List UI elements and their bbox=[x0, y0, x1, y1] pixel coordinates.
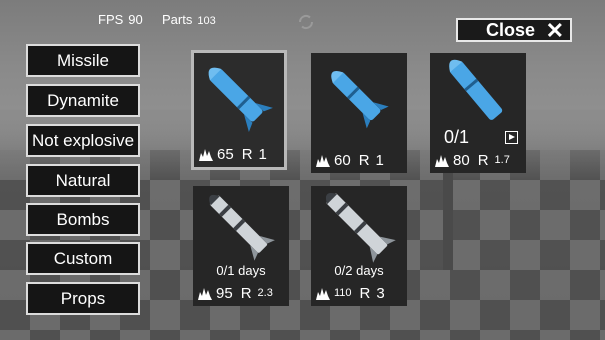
item-card-missile-5[interactable]: 0/2 days 110 R 3 bbox=[311, 186, 407, 306]
category-label: Bombs bbox=[56, 209, 110, 229]
category-not-explosive-button[interactable]: Not explosive bbox=[26, 124, 140, 157]
category-bombs-button[interactable]: Bombs bbox=[26, 203, 140, 236]
parts-label: Parts bbox=[162, 12, 193, 27]
explosion-icon bbox=[199, 149, 213, 161]
rocket-icon bbox=[209, 194, 275, 261]
explosion-icon bbox=[316, 155, 330, 167]
rocket-icon bbox=[449, 59, 503, 120]
fps-value: 90 bbox=[128, 12, 143, 27]
damage-value: 80 bbox=[453, 151, 470, 169]
rocket-icon bbox=[325, 192, 396, 263]
category-missile-button[interactable]: Missile bbox=[26, 44, 140, 77]
radius-value: 1 bbox=[258, 145, 267, 163]
explosion-icon bbox=[198, 288, 212, 300]
close-button-label: Close bbox=[486, 19, 536, 40]
damage-value: 65 bbox=[217, 145, 234, 163]
radius-label: R bbox=[358, 151, 370, 169]
radius-label: R bbox=[240, 284, 252, 302]
parts-counter: Parts 103 bbox=[162, 12, 216, 27]
item-count: 0/1 bbox=[444, 127, 470, 147]
radius-label: R bbox=[241, 145, 253, 163]
close-icon: ✕ bbox=[545, 18, 564, 43]
rotate-icon[interactable] bbox=[296, 12, 316, 32]
category-label: Not explosive bbox=[31, 130, 135, 150]
item-stats: 65 R 1 bbox=[198, 145, 288, 163]
damage-value: 110 bbox=[334, 287, 352, 299]
parts-value: 103 bbox=[197, 15, 216, 27]
radius-value: 1 bbox=[375, 151, 384, 169]
radius-value: 2.3 bbox=[257, 287, 273, 299]
item-card-missile-2[interactable]: 60 R 1 bbox=[311, 53, 407, 173]
scene-pillar bbox=[443, 160, 453, 270]
category-label: Props bbox=[60, 288, 106, 308]
category-natural-button[interactable]: Natural bbox=[26, 164, 140, 197]
close-button[interactable]: Close ✕ bbox=[456, 18, 572, 43]
category-label: Natural bbox=[55, 170, 111, 190]
item-card-missile-1[interactable]: 65 R 1 bbox=[191, 50, 287, 170]
radius-label: R bbox=[477, 151, 489, 169]
rocket-icon bbox=[331, 70, 389, 129]
explosion-icon bbox=[435, 155, 449, 167]
days-progress: 0/2 days bbox=[334, 263, 384, 278]
item-stats: 60 R 1 bbox=[315, 151, 405, 169]
days-progress: 0/1 days bbox=[216, 263, 266, 278]
item-stats: 110 R 3 bbox=[315, 284, 405, 302]
fps-counter: FPS 90 bbox=[98, 12, 143, 27]
watch-ad-icon[interactable] bbox=[505, 131, 518, 144]
item-stats: 95 R 2.3 bbox=[197, 284, 287, 302]
radius-value: 3 bbox=[376, 284, 385, 302]
radius-value: 1.7 bbox=[494, 154, 510, 166]
category-custom-button[interactable]: Custom bbox=[26, 242, 140, 275]
fps-label: FPS bbox=[98, 12, 124, 27]
rocket-icon bbox=[208, 67, 273, 132]
radius-label: R bbox=[359, 284, 371, 302]
damage-value: 60 bbox=[334, 151, 351, 169]
item-card-missile-4[interactable]: 0/1 days 95 R 2.3 bbox=[193, 186, 289, 306]
item-stats: 80 R 1.7 bbox=[434, 151, 524, 169]
category-dynamite-button[interactable]: Dynamite bbox=[26, 84, 140, 117]
category-label: Missile bbox=[57, 50, 109, 70]
category-props-button[interactable]: Props bbox=[26, 282, 140, 315]
explosion-icon bbox=[316, 288, 330, 300]
item-card-missile-3[interactable]: 0/1 80 R 1.7 bbox=[430, 53, 526, 173]
damage-value: 95 bbox=[216, 284, 233, 302]
category-label: Dynamite bbox=[47, 90, 119, 110]
category-label: Custom bbox=[53, 248, 113, 268]
